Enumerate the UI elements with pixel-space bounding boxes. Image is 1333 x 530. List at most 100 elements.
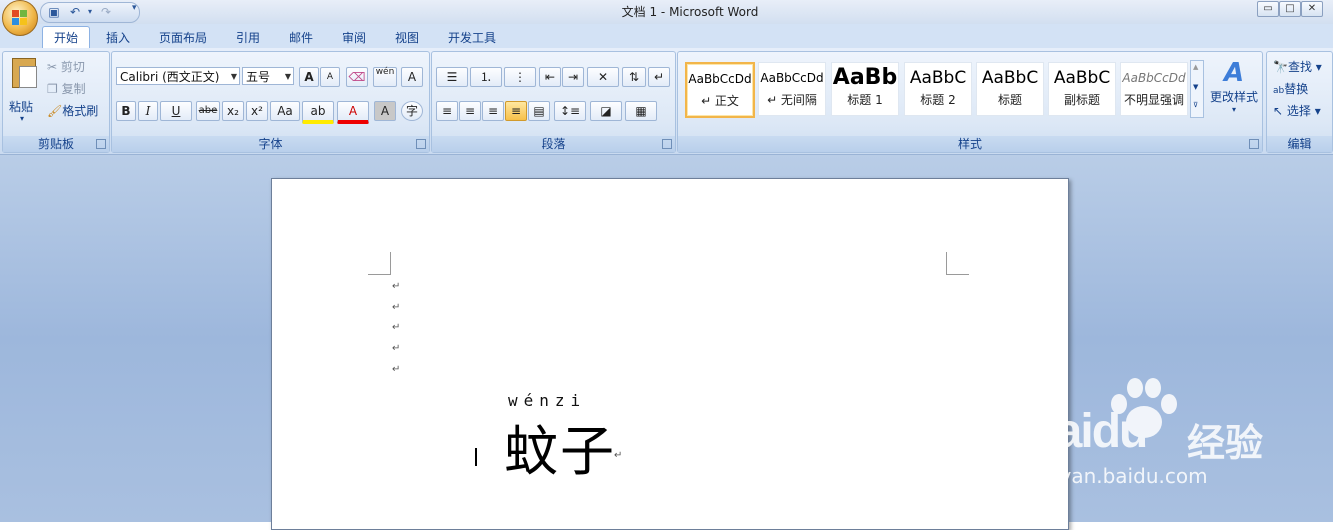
scissors-icon: ✂ xyxy=(47,60,58,74)
undo-icon[interactable]: ↶ xyxy=(68,5,82,19)
text-cursor xyxy=(475,448,477,466)
margin-corner-top-right xyxy=(946,252,969,275)
close-button[interactable]: ✕ xyxy=(1301,1,1323,17)
paragraph-launcher-icon[interactable] xyxy=(662,139,672,149)
paste-button[interactable]: 粘贴 ▾ xyxy=(7,56,41,128)
ribbon-tabs: 开始 插入 页面布局 引用 邮件 审阅 视图 开发工具 xyxy=(0,24,1333,49)
font-launcher-icon[interactable] xyxy=(416,139,426,149)
chevron-down-icon: ▾ xyxy=(1231,105,1236,114)
save-icon[interactable]: ▣ xyxy=(47,5,61,19)
subscript-button[interactable]: x₂ xyxy=(222,101,244,121)
font-color-button[interactable]: A xyxy=(337,101,369,124)
select-button[interactable]: ↖ 选择 ▾ xyxy=(1273,102,1321,119)
customize-qat-icon[interactable]: ▾ xyxy=(132,3,137,13)
character-shading-button[interactable]: A xyxy=(374,101,396,121)
binoculars-icon: 🔭 xyxy=(1273,60,1288,74)
chevron-down-icon: ▼ xyxy=(230,72,237,81)
paragraph-mark: ↵ xyxy=(392,322,401,333)
tab-references[interactable]: 引用 xyxy=(226,28,270,48)
bullets-button[interactable]: ☰ xyxy=(436,67,468,87)
tab-insert[interactable]: 插入 xyxy=(96,28,140,48)
strikethrough-button[interactable]: abe xyxy=(196,101,220,121)
change-case-button[interactable]: Aa xyxy=(270,101,300,121)
highlight-button[interactable]: ab xyxy=(302,101,334,124)
chevron-down-icon: ▼ xyxy=(284,72,291,81)
copy-button[interactable]: ❐ 复制 xyxy=(47,80,86,97)
paste-dropdown-icon: ▾ xyxy=(20,114,25,123)
find-button[interactable]: 🔭查找 ▾ xyxy=(1273,58,1322,75)
decrease-indent-button[interactable]: ⇤ xyxy=(539,67,561,87)
numbering-button[interactable]: ⒈ xyxy=(470,67,502,87)
styles-scroll[interactable]: ▲ ▼ ⊽ xyxy=(1190,60,1204,118)
distributed-button[interactable]: ▤ xyxy=(528,101,550,121)
change-styles-button[interactable]: A 更改样式 ▾ xyxy=(1208,58,1260,130)
increase-indent-button[interactable]: ⇥ xyxy=(562,67,584,87)
style-subtitle[interactable]: AaBbC 副标题 xyxy=(1048,62,1116,116)
expand-gallery-icon[interactable]: ⊽ xyxy=(1193,101,1198,109)
window-title: 文档 1 - Microsoft Word xyxy=(621,5,759,19)
office-button[interactable] xyxy=(2,0,38,36)
style-title[interactable]: AaBbC 标题 xyxy=(976,62,1044,116)
style-no-spacing[interactable]: AaBbCcDd ↵ 无间隔 xyxy=(758,62,826,116)
style-name: ↵ 正文 xyxy=(701,94,739,108)
font-color-icon: A xyxy=(348,104,358,118)
clipboard-launcher-icon[interactable] xyxy=(96,139,106,149)
style-name: 副标题 xyxy=(1063,93,1100,107)
show-marks-button[interactable]: ↵ xyxy=(648,67,670,87)
document-page[interactable] xyxy=(271,178,1069,530)
watermark: Baidu 经验 jingyan.baidu.com xyxy=(1015,378,1315,498)
replace-icon: ab xyxy=(1273,86,1285,96)
multilevel-list-button[interactable]: ⋮ xyxy=(504,67,536,87)
phonetic-guide-button[interactable]: wén xyxy=(373,67,397,87)
scroll-down-icon[interactable]: ▼ xyxy=(1193,83,1198,91)
sort-button[interactable]: ⇅ xyxy=(622,67,646,87)
style-heading-1[interactable]: AaBb 标题 1 xyxy=(831,62,899,116)
font-group: Calibri (西文正文) ▼ 五号 ▼ A A ⌫ wén A B I U ab… xyxy=(111,51,430,153)
format-painter-button[interactable]: 🖌格式刷 xyxy=(47,102,98,119)
tab-mailings[interactable]: 邮件 xyxy=(279,28,323,48)
style-name: 标题 1 xyxy=(847,93,883,107)
font-size-select[interactable]: 五号 ▼ xyxy=(242,67,294,85)
borders-button[interactable]: ▦ xyxy=(625,101,657,121)
style-heading-2[interactable]: AaBbC 标题 2 xyxy=(904,62,972,116)
line-spacing-button[interactable]: ↕≡ xyxy=(554,101,586,121)
find-label: 查找 xyxy=(1287,60,1312,74)
style-subtle-emphasis[interactable]: AaBbCcDd 不明显强调 xyxy=(1120,62,1188,116)
tab-home[interactable]: 开始 xyxy=(42,26,90,49)
bold-button[interactable]: B xyxy=(116,101,136,121)
document-text[interactable]: 蚊子 xyxy=(504,407,616,486)
cut-button[interactable]: ✂ 剪切 xyxy=(47,58,85,75)
paragraph-mark-icon: ↵ xyxy=(653,70,665,84)
enclose-characters-button[interactable]: 字 xyxy=(401,101,423,121)
justify-button[interactable]: ≡ xyxy=(505,101,527,121)
style-normal[interactable]: AaBbCcDd ↵ 正文 xyxy=(685,62,755,118)
clear-format-button[interactable]: ⌫ xyxy=(346,67,368,87)
shading-button[interactable]: ◪ xyxy=(590,101,622,121)
minimize-button[interactable]: ▭ xyxy=(1257,1,1279,17)
tab-page-layout[interactable]: 页面布局 xyxy=(150,28,216,48)
italic-button[interactable]: I xyxy=(138,101,158,121)
grow-font-button[interactable]: A xyxy=(299,67,319,87)
scroll-up-icon[interactable]: ▲ xyxy=(1193,63,1198,71)
tab-developer[interactable]: 开发工具 xyxy=(440,28,504,48)
underline-button[interactable]: U xyxy=(160,101,192,121)
character-border-button[interactable]: A xyxy=(401,67,423,87)
superscript-button[interactable]: x² xyxy=(246,101,268,121)
chinese-layout-button[interactable]: ✕ xyxy=(587,67,619,87)
redo-icon[interactable]: ↷ xyxy=(99,5,113,19)
align-left-button[interactable]: ≡ xyxy=(436,101,458,121)
paragraph-group-label: 段落 xyxy=(432,136,675,152)
tab-view[interactable]: 视图 xyxy=(385,28,429,48)
styles-launcher-icon[interactable] xyxy=(1249,139,1259,149)
align-right-button[interactable]: ≡ xyxy=(482,101,504,121)
maximize-button[interactable]: □ xyxy=(1279,1,1301,17)
replace-button[interactable]: ab替换 xyxy=(1273,80,1308,97)
style-name: 不明显强调 xyxy=(1123,93,1184,107)
watermark-label: 经验 xyxy=(1187,421,1264,465)
undo-dropdown-icon[interactable]: ▾ xyxy=(83,5,97,19)
brush-icon: 🖌 xyxy=(47,104,63,118)
align-center-button[interactable]: ≡ xyxy=(459,101,481,121)
font-name-select[interactable]: Calibri (西文正文) ▼ xyxy=(116,67,240,85)
tab-review[interactable]: 审阅 xyxy=(332,28,376,48)
shrink-font-button[interactable]: A xyxy=(320,67,340,87)
